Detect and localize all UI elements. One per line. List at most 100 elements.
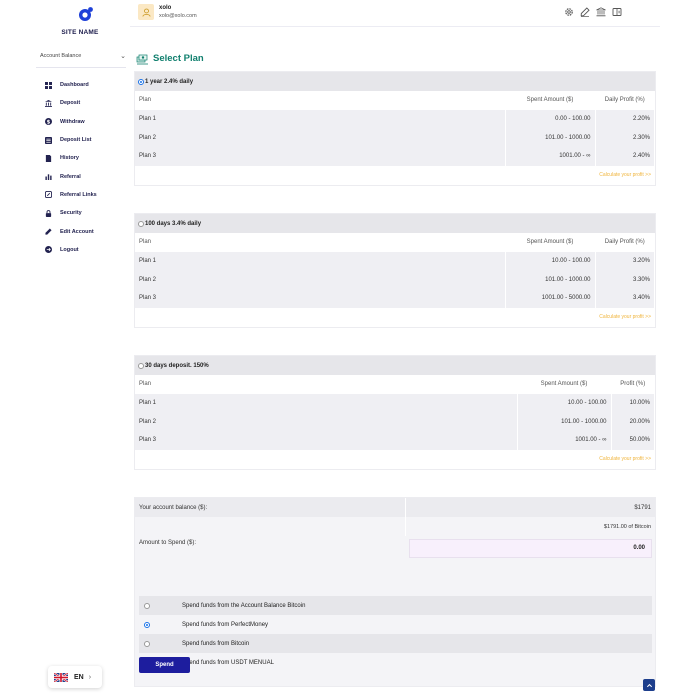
- uk-flag-icon: [53, 671, 69, 683]
- payment-option[interactable]: Spend funds from Bitcoin: [139, 634, 652, 653]
- account-balance-dropdown[interactable]: Account Balance ⌄: [40, 52, 126, 60]
- column-header: Spent Amount ($): [505, 91, 596, 110]
- payment-option[interactable]: Spend funds from the Account Balance Bit…: [139, 596, 652, 615]
- sidebar-item-dashboard[interactable]: Dashboard: [45, 76, 127, 94]
- table-row: Plan 2 101.00 - 1000.00 20.00%: [135, 412, 655, 432]
- link-icon: [45, 191, 52, 199]
- plan-radio[interactable]: [138, 220, 144, 227]
- table-cell: 1001.00 - ∞: [517, 431, 612, 450]
- top-bar: xolo xolo@xolo.com: [130, 0, 660, 27]
- document-icon: [45, 154, 52, 162]
- sidebar: SITE NAME Account Balance ⌄ Dashboard De…: [30, 0, 130, 700]
- user-name: xolo: [159, 5, 172, 11]
- amount-input[interactable]: 0.00: [409, 539, 652, 558]
- sidebar-item-label: Dashboard: [60, 82, 89, 89]
- sidebar-item-deposit-list[interactable]: Deposit List: [45, 131, 127, 149]
- table-cell: 101.00 - 1000.00: [517, 412, 612, 432]
- sidebar-item-withdraw[interactable]: $ Withdraw: [45, 113, 127, 131]
- table-cell: 20.00%: [611, 412, 655, 432]
- sidebar-item-referral[interactable]: Referral: [45, 167, 127, 185]
- table-cell: 3.40%: [595, 289, 655, 308]
- table-cell: 2.40%: [595, 147, 655, 166]
- table-cell: 10.00 - 100.00: [505, 251, 596, 271]
- balance-label: Your account balance ($):: [139, 504, 208, 511]
- table-row: Plan 3 1001.00 - ∞ 50.00%: [135, 431, 655, 450]
- gear-icon[interactable]: [564, 7, 574, 17]
- payment-option-label: Spend funds from USDT MENUAL: [182, 659, 274, 666]
- plan-name: 100 days 3.4% daily: [145, 220, 202, 227]
- table-cell: Plan 1: [135, 109, 506, 129]
- language-selector[interactable]: EN ›: [48, 666, 102, 688]
- table-cell: 2.30%: [595, 128, 655, 148]
- plan-radio[interactable]: [138, 362, 144, 369]
- bitcoin-row: $1791.00 of Bitcoin: [135, 517, 655, 536]
- calculate-profit-link[interactable]: Calculate your profit >>: [135, 308, 655, 327]
- table-cell: 1001.00 - ∞: [505, 147, 596, 166]
- payment-radio[interactable]: [144, 640, 150, 647]
- sidebar-item-referral-links[interactable]: Referral Links: [45, 186, 127, 204]
- table-cell: 50.00%: [611, 431, 655, 450]
- scroll-to-top-button[interactable]: [643, 679, 655, 691]
- lock-icon: [45, 209, 52, 217]
- dashboard-icon: [45, 81, 52, 89]
- bank-icon[interactable]: [596, 7, 606, 17]
- sidebar-item-label: Deposit List: [60, 137, 92, 144]
- table-cell: Plan 1: [135, 393, 518, 413]
- table-cell: 3.30%: [595, 270, 655, 290]
- payment-option-label: Spend funds from the Account Balance Bit…: [182, 602, 306, 609]
- calculate-profit-link[interactable]: Calculate your profit >>: [135, 450, 655, 469]
- account-balance-label: Account Balance: [40, 53, 82, 59]
- table-row: Plan 2 101.00 - 1000.00 2.30%: [135, 128, 655, 148]
- payment-radio[interactable]: [144, 621, 150, 628]
- language-code: EN: [74, 673, 84, 681]
- plan-name: 1 year 2.4% daily: [145, 78, 194, 85]
- payment-option-label: Spend funds from PerfectMoney: [182, 621, 269, 628]
- plan-radio[interactable]: [138, 78, 144, 85]
- sidebar-divider: [36, 67, 126, 68]
- content-area: Select Plan 1 year 2.4% daily Plan Spent…: [130, 27, 660, 700]
- avatar[interactable]: [138, 4, 154, 20]
- plan-card: 100 days 3.4% daily Plan Spent Amount ($…: [134, 213, 656, 328]
- dollar-circle-icon: $: [45, 118, 52, 126]
- sidebar-item-deposit[interactable]: Deposit: [45, 94, 127, 112]
- plan-header[interactable]: 30 days deposit. 150%: [135, 356, 655, 375]
- sidebar-item-history[interactable]: History: [45, 149, 127, 167]
- chevron-up-icon: [646, 683, 652, 687]
- sidebar-nav: Dashboard Deposit $ Withdraw Deposit Lis…: [45, 76, 127, 259]
- table-row: Plan 1 0.00 - 100.00 2.20%: [135, 109, 655, 129]
- payment-option[interactable]: Spend funds from USDT MENUAL: [139, 653, 652, 672]
- edit-icon[interactable]: [580, 7, 590, 17]
- payment-option-label: Spend funds from Bitcoin: [182, 640, 250, 647]
- table-cell: 101.00 - 1000.00: [505, 128, 596, 148]
- plan-header[interactable]: 100 days 3.4% daily: [135, 214, 655, 233]
- bitcoin-balance: $1791.00 of Bitcoin: [405, 517, 655, 536]
- column-header: Spent Amount ($): [517, 375, 612, 394]
- column-header: Spent Amount ($): [505, 233, 596, 252]
- spend-form: Your account balance ($): $1791 $1791.00…: [134, 497, 656, 687]
- page-header: Select Plan: [136, 52, 204, 65]
- table-cell: 2.20%: [595, 109, 655, 129]
- column-header: Plan: [135, 233, 506, 252]
- site-logo-icon[interactable]: [78, 6, 94, 22]
- table-header-row: Plan Spent Amount ($) Profit (%): [135, 375, 655, 394]
- sidebar-item-edit-account[interactable]: Edit Account: [45, 222, 127, 240]
- plan-name: 30 days deposit. 150%: [145, 362, 209, 369]
- plan-table: Plan Spent Amount ($) Daily Profit (%) P…: [135, 91, 655, 166]
- table-header-row: Plan Spent Amount ($) Daily Profit (%): [135, 233, 655, 252]
- calculate-profit-link[interactable]: Calculate your profit >>: [135, 166, 655, 185]
- spend-button[interactable]: Spend: [139, 657, 190, 673]
- payment-radio[interactable]: [144, 602, 150, 609]
- column-header: Plan: [135, 91, 506, 110]
- sidebar-item-logout[interactable]: Logout: [45, 241, 127, 259]
- column-header: Plan: [135, 375, 518, 394]
- wallet-icon[interactable]: [612, 7, 622, 17]
- svg-text:$: $: [47, 120, 51, 126]
- payment-option[interactable]: Spend funds from PerfectMoney: [139, 615, 652, 634]
- table-row: Plan 3 1001.00 - ∞ 2.40%: [135, 147, 655, 166]
- balance-row: Your account balance ($): $1791: [135, 498, 655, 517]
- table-cell: 3.20%: [595, 251, 655, 271]
- logout-icon: [45, 246, 52, 254]
- sidebar-item-security[interactable]: Security: [45, 204, 127, 222]
- table-cell: Plan 3: [135, 147, 506, 166]
- plan-header[interactable]: 1 year 2.4% daily: [135, 72, 655, 91]
